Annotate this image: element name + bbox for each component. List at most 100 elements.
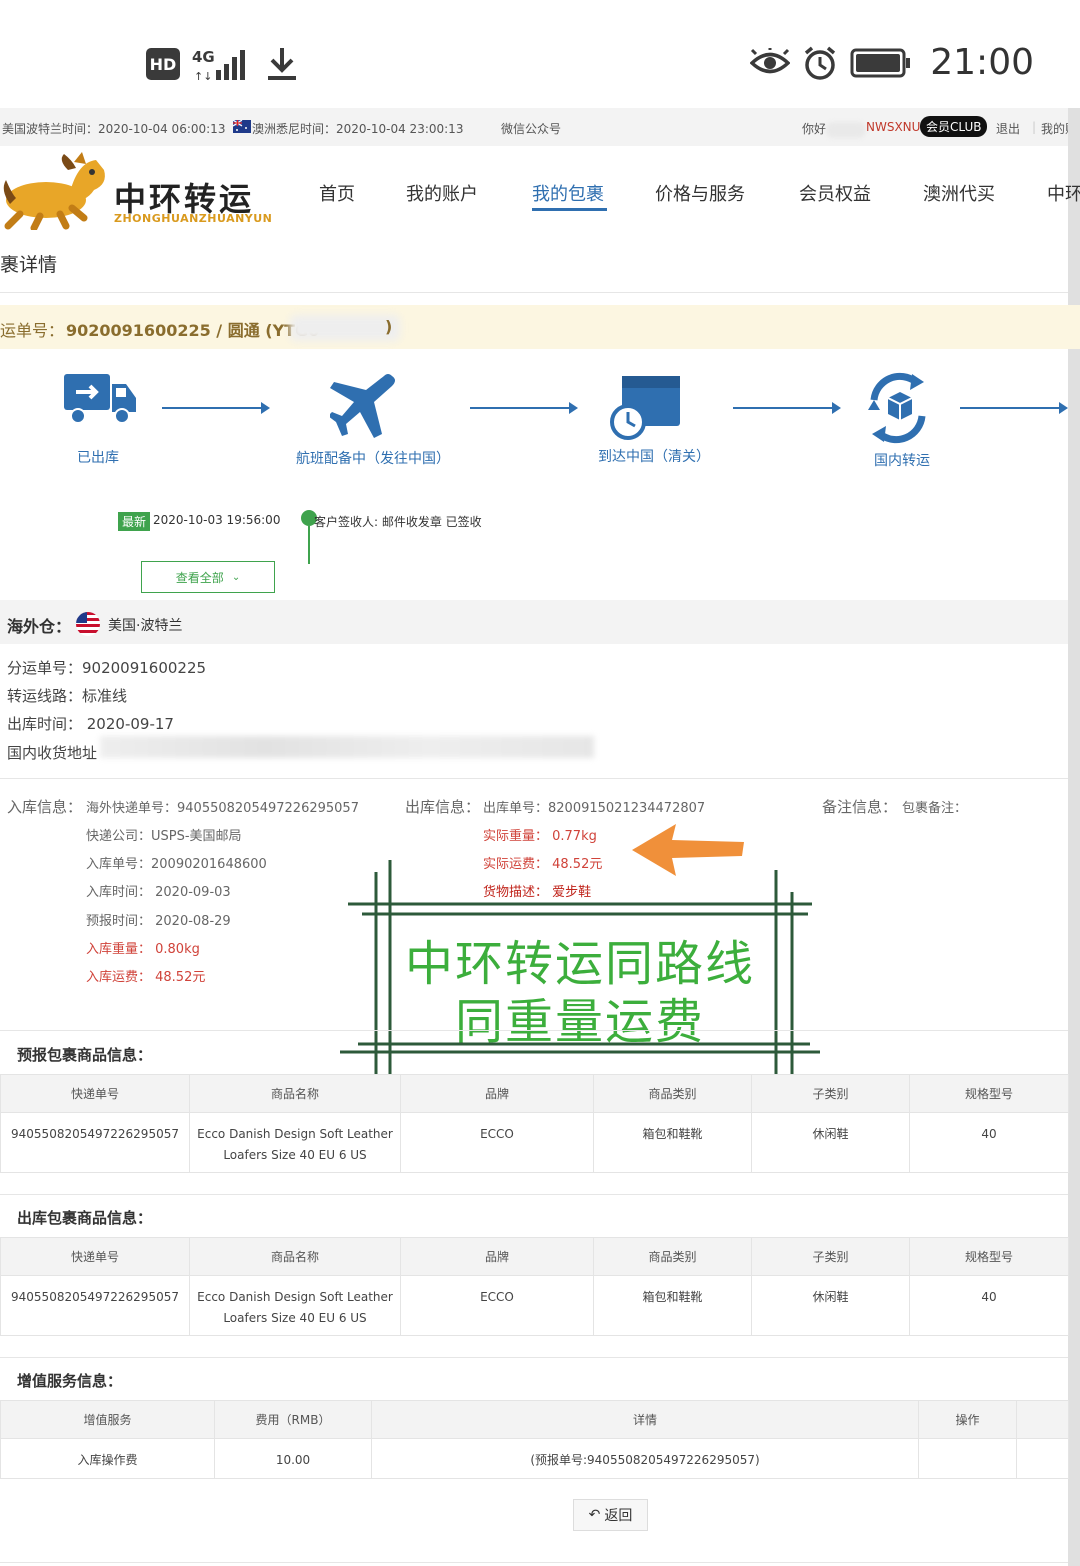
cell-brand: ECCO xyxy=(400,1112,594,1173)
col-detail: 详情 xyxy=(371,1400,919,1439)
nav-home[interactable]: 首页 xyxy=(319,180,355,206)
nav-membership[interactable]: 会员权益 xyxy=(799,180,871,206)
inbound-fee: 入库运费： 48.52元 xyxy=(86,970,206,985)
cell-tracking: 9405508205497226295057 xyxy=(0,1112,190,1173)
outbound-number: 出库单号：8200915021234472807 xyxy=(483,801,706,816)
nav-active-underline xyxy=(532,208,607,211)
col-tracking: 快递单号 xyxy=(0,1074,190,1113)
forecast-time: 预报时间： 2020-08-29 xyxy=(86,914,231,929)
divider xyxy=(0,778,1068,779)
hd-badge: HD xyxy=(146,48,180,80)
cell-tracking: 9405508205497226295057 xyxy=(0,1275,190,1336)
value-added-title: 增值服务信息： xyxy=(17,1372,123,1390)
customs-package-icon xyxy=(610,376,680,440)
table-row: 入库操作费 10.00 (预报单号:9405508205497226295057… xyxy=(0,1438,1069,1479)
col-spec: 规格型号 xyxy=(909,1237,1069,1276)
divider xyxy=(0,1030,1068,1031)
greeting-text: 你好 xyxy=(802,122,827,136)
remark-section-label: 备注信息： xyxy=(822,798,898,816)
waybill-redacted xyxy=(290,315,400,341)
au-time: 澳洲悉尼时间：2020-10-04 23:00:13 xyxy=(252,122,464,136)
chevron-down-icon: ⌄ xyxy=(231,571,241,583)
warehouse-label: 海外仓： xyxy=(7,617,72,636)
cell-spec: 40 xyxy=(909,1275,1069,1336)
username[interactable]: NWSXNU xyxy=(866,120,920,134)
out-time: 出库时间： 2020-09-17 xyxy=(7,715,174,733)
col-product: 商品名称 xyxy=(189,1237,401,1276)
table-row: 9405508205497226295057 Ecco Danish Desig… xyxy=(0,1275,1069,1336)
step-arrived-china: 到达中国（清关） xyxy=(598,449,710,465)
top-info-bar: 美国波特兰时间：2020-10-04 06:00:13 澳洲悉尼时间：2020-… xyxy=(0,108,1080,146)
nav-pricing[interactable]: 价格与服务 xyxy=(655,180,745,206)
outbound-section-label: 出库信息： xyxy=(405,798,481,816)
col-subcategory: 子类别 xyxy=(751,1074,910,1113)
greeting: 你好 xyxy=(802,120,867,138)
cell-subcategory: 休闲鞋 xyxy=(751,1275,910,1336)
us-flag-icon xyxy=(76,612,100,636)
col-service: 增值服务 xyxy=(0,1400,215,1439)
col-subcategory: 子类别 xyxy=(751,1237,910,1276)
cell-product: Ecco Danish Design Soft Leather Loafers … xyxy=(189,1275,401,1336)
divider xyxy=(0,1194,1068,1195)
col-action: 操作 xyxy=(918,1400,1017,1439)
divider xyxy=(0,292,1068,293)
forecast-goods-table: 快递单号 商品名称 品牌 商品类别 子类别 规格型号 9405508205497… xyxy=(0,1074,1069,1173)
annotation-line-2: 同重量运费 xyxy=(454,994,705,1050)
col-fee: 费用（RMB） xyxy=(214,1400,372,1439)
cell-brand: ECCO xyxy=(400,1275,594,1336)
forecast-goods-title: 预报包裹商品信息： xyxy=(17,1046,153,1064)
cell-service: 入库操作费 xyxy=(0,1438,215,1479)
nav-my-packages[interactable]: 我的包裹 xyxy=(532,180,604,206)
status-bar: HD 4G ↑↓ 21:00 xyxy=(0,0,1080,108)
actual-weight: 实际重量： 0.77kg xyxy=(483,829,597,844)
sub-waybill: 分运单号：9020091600225 xyxy=(7,659,207,677)
col-category: 商品类别 xyxy=(593,1237,752,1276)
step-domestic: 国内转运 xyxy=(874,453,930,469)
site-header: 中环转运 ZHONGHUANZHUANYUN 首页 我的账户 我的包裹 价格与服… xyxy=(0,146,1080,236)
club-badge[interactable]: 会员CLUB xyxy=(920,116,988,137)
svg-text:↑↓: ↑↓ xyxy=(194,70,212,83)
truck-icon xyxy=(64,374,136,424)
us-time: 美国波特兰时间：2020-10-04 06:00:13 xyxy=(2,122,226,136)
step-arrow xyxy=(470,402,578,414)
table-header-row: 增值服务 费用（RMB） 详情 操作 xyxy=(0,1400,1069,1439)
view-all-button[interactable]: 查看全部 ⌄ xyxy=(141,561,275,593)
step-arrow xyxy=(162,402,270,414)
logout-link[interactable]: 退出 xyxy=(996,120,1020,137)
alarm-icon xyxy=(805,46,836,80)
latest-badge: 最新 xyxy=(118,512,151,531)
table-header-row: 快递单号 商品名称 品牌 商品类别 子类别 规格型号 xyxy=(0,1237,1069,1276)
wechat-link[interactable]: 微信公众号 xyxy=(501,120,561,137)
inbound-section-label: 入库信息： xyxy=(7,798,83,816)
col-brand: 品牌 xyxy=(400,1237,594,1276)
page-title: 裹详情 xyxy=(0,254,58,276)
outbound-goods-title: 出库包裹商品信息： xyxy=(17,1209,153,1227)
col-product: 商品名称 xyxy=(189,1074,401,1113)
cell-category: 箱包和鞋靴 xyxy=(593,1112,752,1173)
nav-au-shopping[interactable]: 澳洲代买 xyxy=(923,180,995,206)
cell-empty xyxy=(1016,1438,1069,1479)
download-icon xyxy=(268,48,296,80)
waybill-value: 9020091600225 / 圆通 (YTG0 xyxy=(66,321,320,340)
domestic-transfer-icon xyxy=(868,372,926,444)
nav-more[interactable]: 中环 xyxy=(1047,180,1080,206)
inbound-courier: 快递公司：USPS-美国邮局 xyxy=(86,829,242,844)
inbound-time: 入库时间： 2020-09-03 xyxy=(86,885,231,900)
cell-category: 箱包和鞋靴 xyxy=(593,1275,752,1336)
view-all-label: 查看全部 xyxy=(175,570,224,585)
cell-subcategory: 休闲鞋 xyxy=(751,1112,910,1173)
nav-my-account[interactable]: 我的账户 xyxy=(406,180,478,206)
australia-flag-icon xyxy=(233,120,251,133)
step-arrow xyxy=(733,402,841,414)
back-arrow-icon: ↶ xyxy=(588,1507,601,1523)
blurred-name xyxy=(826,121,867,138)
address-redacted xyxy=(100,736,594,758)
back-button[interactable]: ↶ 返回 xyxy=(573,1499,648,1531)
inbound-tracking: 海外快递单号：9405508205497226295057 xyxy=(86,801,359,816)
cell-spec: 40 xyxy=(909,1112,1069,1173)
cell-action[interactable] xyxy=(918,1438,1017,1479)
value-added-table: 增值服务 费用（RMB） 详情 操作 入库操作费 10.00 (预报单号:940… xyxy=(0,1400,1069,1479)
horse-logo-icon[interactable] xyxy=(0,150,112,230)
waybill-suffix: ) xyxy=(385,317,393,336)
col-category: 商品类别 xyxy=(593,1074,752,1113)
